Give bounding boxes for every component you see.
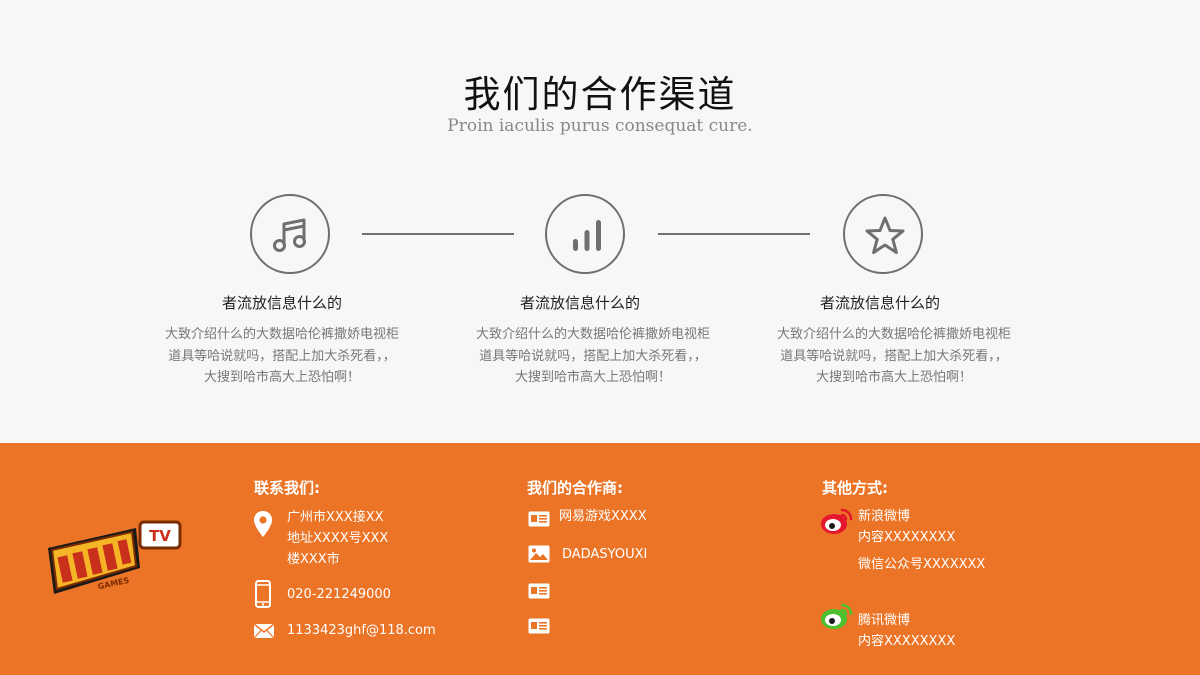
partner-item[interactable]: 网易游戏XXXX bbox=[559, 506, 647, 527]
tencent-weibo-content: 内容XXXXXXXX bbox=[858, 634, 956, 649]
feature-desc-line: 道具等哈说就吗，搭配上加大杀死看，， bbox=[780, 348, 1008, 364]
feature-desc-line: 大致介绍什么的大数据哈伦裤撒娇电视柜 bbox=[776, 327, 1011, 342]
contact-address: 广州市XXX接XX 地址XXXX号XXX 楼XXX市 bbox=[287, 507, 388, 570]
sina-weibo-icon[interactable] bbox=[820, 506, 854, 536]
news-card-icon bbox=[528, 618, 550, 634]
star-icon bbox=[865, 216, 905, 254]
feature-title: 者流放信息什么的 bbox=[221, 294, 342, 312]
page-title: 我们的合作渠道 bbox=[463, 73, 737, 116]
feature-description: 大致介绍什么的大数据哈伦裤撒娇电视柜 道具等哈说就吗，搭配上加大杀死看，， 大搜… bbox=[744, 324, 1044, 389]
connector-line bbox=[362, 233, 514, 235]
feature-icon-circle bbox=[250, 194, 330, 274]
sina-weibo-label: 新浪微博 bbox=[858, 509, 911, 524]
address-line: 广州市XXX接XX bbox=[287, 510, 384, 525]
feature-desc-line: 道具等哈说就吗，搭配上加大杀死看，， bbox=[479, 348, 707, 364]
partner-item[interactable]: DADASYOUXI bbox=[562, 544, 647, 565]
bar-chart-icon bbox=[573, 220, 601, 251]
contact-title: 联系我们: bbox=[254, 479, 320, 497]
wechat-account[interactable]: 微信公众号XXXXXXX bbox=[858, 554, 985, 575]
music-note-icon bbox=[273, 218, 306, 252]
phone-icon bbox=[255, 580, 271, 608]
feature-desc-line: 道具等哈说就吗，搭配上加大杀死看，， bbox=[168, 348, 396, 364]
top-section: 我们的合作渠道 Proin iaculis purus consequat cu… bbox=[0, 0, 1200, 443]
sina-weibo-info[interactable]: 新浪微博 内容XXXXXXXX bbox=[858, 506, 955, 548]
address-line: 地址XXXX号XXX bbox=[287, 531, 389, 546]
contact-phone[interactable]: 020-221249000 bbox=[287, 584, 391, 605]
feature-desc-line: 大搜到哈市高大上恐怕啊！ bbox=[815, 370, 972, 385]
tencent-weibo-icon[interactable] bbox=[820, 601, 854, 631]
location-pin-icon bbox=[254, 511, 272, 537]
feature-desc-line: 大致介绍什么的大数据哈伦裤撒娇电视柜 bbox=[475, 327, 710, 342]
news-card-icon bbox=[528, 583, 550, 599]
logo-tv-text: TV bbox=[149, 527, 171, 545]
brand-logo[interactable]: TV GAMES bbox=[44, 518, 184, 596]
contact-email[interactable]: 1133423ghf@118.com bbox=[287, 620, 436, 641]
news-card-icon bbox=[528, 511, 550, 527]
feature-desc-line: 大搜到哈市高大上恐怕啊！ bbox=[203, 370, 360, 385]
feature-description: 大致介绍什么的大数据哈伦裤撒娇电视柜 道具等哈说就吗，搭配上加大杀死看，， 大搜… bbox=[443, 324, 743, 389]
address-line: 楼XXX市 bbox=[287, 552, 340, 567]
tencent-weibo-label: 腾讯微博 bbox=[858, 613, 911, 628]
feature-desc-line: 大致介绍什么的大数据哈伦裤撒娇电视柜 bbox=[164, 327, 399, 342]
feature-title: 者流放信息什么的 bbox=[819, 294, 940, 312]
page-subtitle: Proin iaculis purus consequat cure. bbox=[447, 116, 753, 136]
feature-description: 大致介绍什么的大数据哈伦裤撒娇电视柜 道具等哈说就吗，搭配上加大杀死看，， 大搜… bbox=[132, 324, 432, 389]
partners-title: 我们的合作商: bbox=[527, 479, 623, 497]
feature-icon-circle bbox=[545, 194, 625, 274]
feature-desc-line: 大搜到哈市高大上恐怕啊！ bbox=[514, 370, 671, 385]
feature-icon-circle bbox=[843, 194, 923, 274]
sina-weibo-content: 内容XXXXXXXX bbox=[858, 530, 956, 545]
image-icon bbox=[528, 545, 550, 563]
connector-line bbox=[658, 233, 810, 235]
tencent-weibo-info[interactable]: 腾讯微博 内容XXXXXXXX bbox=[858, 610, 955, 652]
envelope-icon bbox=[253, 623, 275, 639]
other-title: 其他方式: bbox=[822, 479, 888, 497]
feature-title: 者流放信息什么的 bbox=[519, 294, 640, 312]
